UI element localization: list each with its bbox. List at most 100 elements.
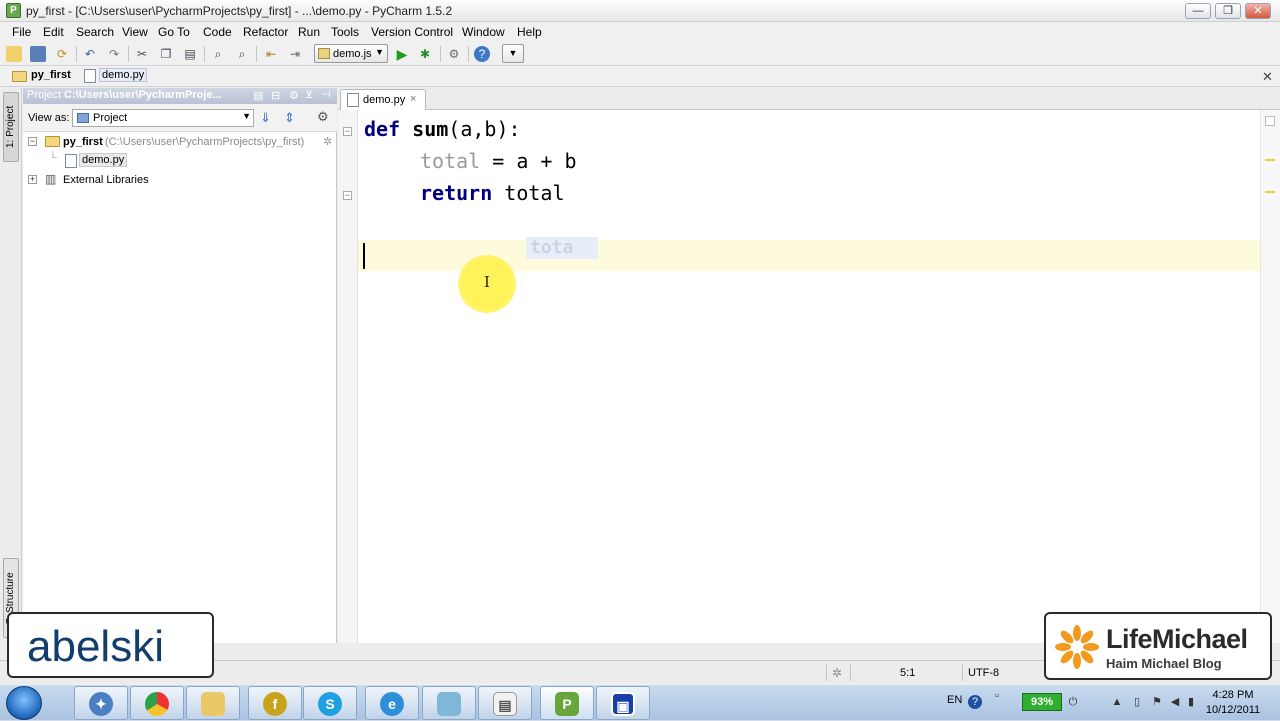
event-log-icon[interactable]: ✲ (832, 666, 842, 680)
view-as-label: View as: (28, 112, 70, 124)
panel-pin-icon[interactable]: ⊣ (321, 88, 331, 101)
sync-icon[interactable]: ⟳ (54, 46, 70, 62)
find-icon[interactable]: ⌕ (210, 46, 226, 62)
taskbar-internet-explorer[interactable]: e (365, 686, 419, 720)
compass-icon: ✦ (89, 692, 113, 716)
menu-edit[interactable]: Edit (43, 25, 64, 39)
language-indicator[interactable]: EN (947, 694, 962, 706)
menu-help[interactable]: Help (517, 25, 542, 39)
redo-icon[interactable]: ↷ (106, 46, 122, 62)
replace-icon[interactable]: ⌕ (234, 46, 250, 62)
view-as-select[interactable]: Project ▼ (72, 109, 254, 127)
taskbar-pycharm[interactable]: P (540, 686, 594, 720)
toolbar-dropdown[interactable]: ▼ (502, 44, 524, 63)
help-icon[interactable]: ? (968, 695, 982, 709)
taskbar-recorder[interactable]: ▣ (596, 686, 650, 720)
help-icon[interactable]: ? (474, 46, 490, 62)
maximize-button[interactable]: ❐ (1215, 3, 1241, 19)
close-window-button[interactable]: ✕ (1245, 3, 1271, 19)
settings-icon[interactable]: ⚙ (446, 46, 462, 62)
menu-goto[interactable]: Go To (158, 25, 190, 39)
cut-icon[interactable]: ✂ (134, 46, 150, 62)
status-divider (826, 665, 827, 681)
unused-variable: total (420, 149, 481, 173)
menu-run[interactable]: Run (298, 25, 320, 39)
project-panel-header: Project C:\Users\user\PycharmProje... ▤ … (23, 88, 337, 104)
collapse-all-icon[interactable]: ⇕ (284, 110, 295, 126)
plug-icon[interactable]: ⏻ (1066, 695, 1080, 709)
file-encoding[interactable]: UTF-8 (968, 667, 999, 679)
breadcrumb-file[interactable]: demo.py (99, 68, 148, 82)
panel-settings-icon[interactable]: ⚙ (289, 89, 299, 102)
menu-window[interactable]: Window (462, 25, 505, 39)
collapse-icon[interactable]: − (28, 137, 37, 146)
forward-icon[interactable]: ⇥ (287, 46, 303, 62)
panel-hide-icon[interactable]: ⊻ (305, 88, 313, 101)
taskbar-notes[interactable] (422, 686, 476, 720)
taskbar-skype[interactable]: S (303, 686, 357, 720)
code-area[interactable]: def sum(a,b): total = a + b return total… (358, 110, 1260, 643)
menu-view[interactable]: View (122, 25, 148, 39)
taskbar-chrome[interactable] (130, 686, 184, 720)
undo-icon[interactable]: ↶ (82, 46, 98, 62)
back-icon[interactable]: ⇤ (263, 46, 279, 62)
lifemichael-logo: LifeMichael Haim Michael Blog (1044, 612, 1272, 680)
volume-icon[interactable]: ◀ (1168, 695, 1182, 709)
breadcrumb-project[interactable]: py_first (31, 69, 71, 81)
menu-file[interactable]: File (12, 25, 31, 39)
show-hidden-icons[interactable]: ▲ (1110, 695, 1124, 709)
expand-icon[interactable]: + (28, 175, 37, 184)
tree-item-demo-py[interactable]: └ demo.py (23, 152, 337, 171)
open-folder-icon[interactable] (6, 46, 22, 62)
scroll-from-source-icon[interactable]: ⇓ (260, 110, 271, 126)
taskbar-browser-compass[interactable]: ✦ (74, 686, 128, 720)
text-cursor-icon: I (484, 273, 490, 291)
project-tool-tab[interactable]: 1: Project (3, 92, 19, 162)
panel-options-icon[interactable]: ▤ (253, 89, 263, 102)
code-line-1: def sum(a,b): (364, 113, 521, 145)
close-icon[interactable]: ✕ (1262, 69, 1273, 85)
tree-item-external-libraries[interactable]: + ▥ External Libraries (23, 171, 337, 190)
warning-marker[interactable] (1265, 191, 1275, 193)
network-icon[interactable]: ▮ (1184, 695, 1198, 709)
menu-tools[interactable]: Tools (331, 25, 359, 39)
left-tool-strip: 1: Project 7: Structure (0, 88, 22, 643)
skype-icon: S (318, 692, 342, 716)
gear-icon[interactable]: ⚙ (317, 109, 329, 125)
taskbar-explorer[interactable] (186, 686, 240, 720)
toolbar-separator (128, 46, 129, 62)
menu-refactor[interactable]: Refactor (243, 25, 288, 39)
code-text: (a,b): (448, 117, 521, 141)
save-icon[interactable] (30, 46, 46, 62)
tree-item-project-root[interactable]: − py_first (C:\Users\user\PycharmProject… (23, 133, 337, 152)
window-title: py_first - [C:\Users\user\PycharmProject… (26, 4, 453, 18)
code-text: = a + b (480, 149, 577, 173)
caret-position[interactable]: 5:1 (900, 667, 915, 679)
inspection-status-icon[interactable] (1265, 116, 1275, 126)
clock[interactable]: 4:28 PM 10/12/2011 (1198, 688, 1268, 718)
flag-icon[interactable]: ⚑ (1150, 695, 1164, 709)
run-configuration-select[interactable]: demo.js ▼ (314, 44, 388, 63)
minimize-button[interactable]: — (1185, 3, 1211, 19)
tab-demo-py[interactable]: demo.py × (340, 89, 426, 110)
keyword: def (364, 117, 401, 141)
close-tab-icon[interactable]: × (410, 93, 416, 105)
panel-collapse-icon[interactable]: ⊟ (271, 89, 280, 102)
battery-indicator[interactable]: 93% (1022, 693, 1062, 711)
taskbar-filezilla[interactable]: f (248, 686, 302, 720)
fold-end-icon[interactable]: − (343, 191, 352, 200)
menu-version-control[interactable]: Version Control (371, 25, 453, 39)
run-icon[interactable]: ▶ (394, 46, 410, 62)
warning-marker[interactable] (1265, 159, 1275, 161)
menu-search[interactable]: Search (76, 25, 114, 39)
minimize-tray-icon[interactable]: ▫ (990, 689, 1004, 703)
fold-start-icon[interactable]: − (343, 127, 352, 136)
copy-icon[interactable]: ❐ (158, 46, 174, 62)
debug-icon[interactable]: ✱ (417, 46, 433, 62)
keyword: return (420, 181, 493, 205)
device-icon[interactable]: ▯ (1130, 695, 1144, 709)
paste-icon[interactable]: ▤ (182, 46, 198, 62)
menu-code[interactable]: Code (203, 25, 232, 39)
start-button[interactable] (6, 686, 42, 720)
taskbar-pdf[interactable]: ▤ (478, 686, 532, 720)
